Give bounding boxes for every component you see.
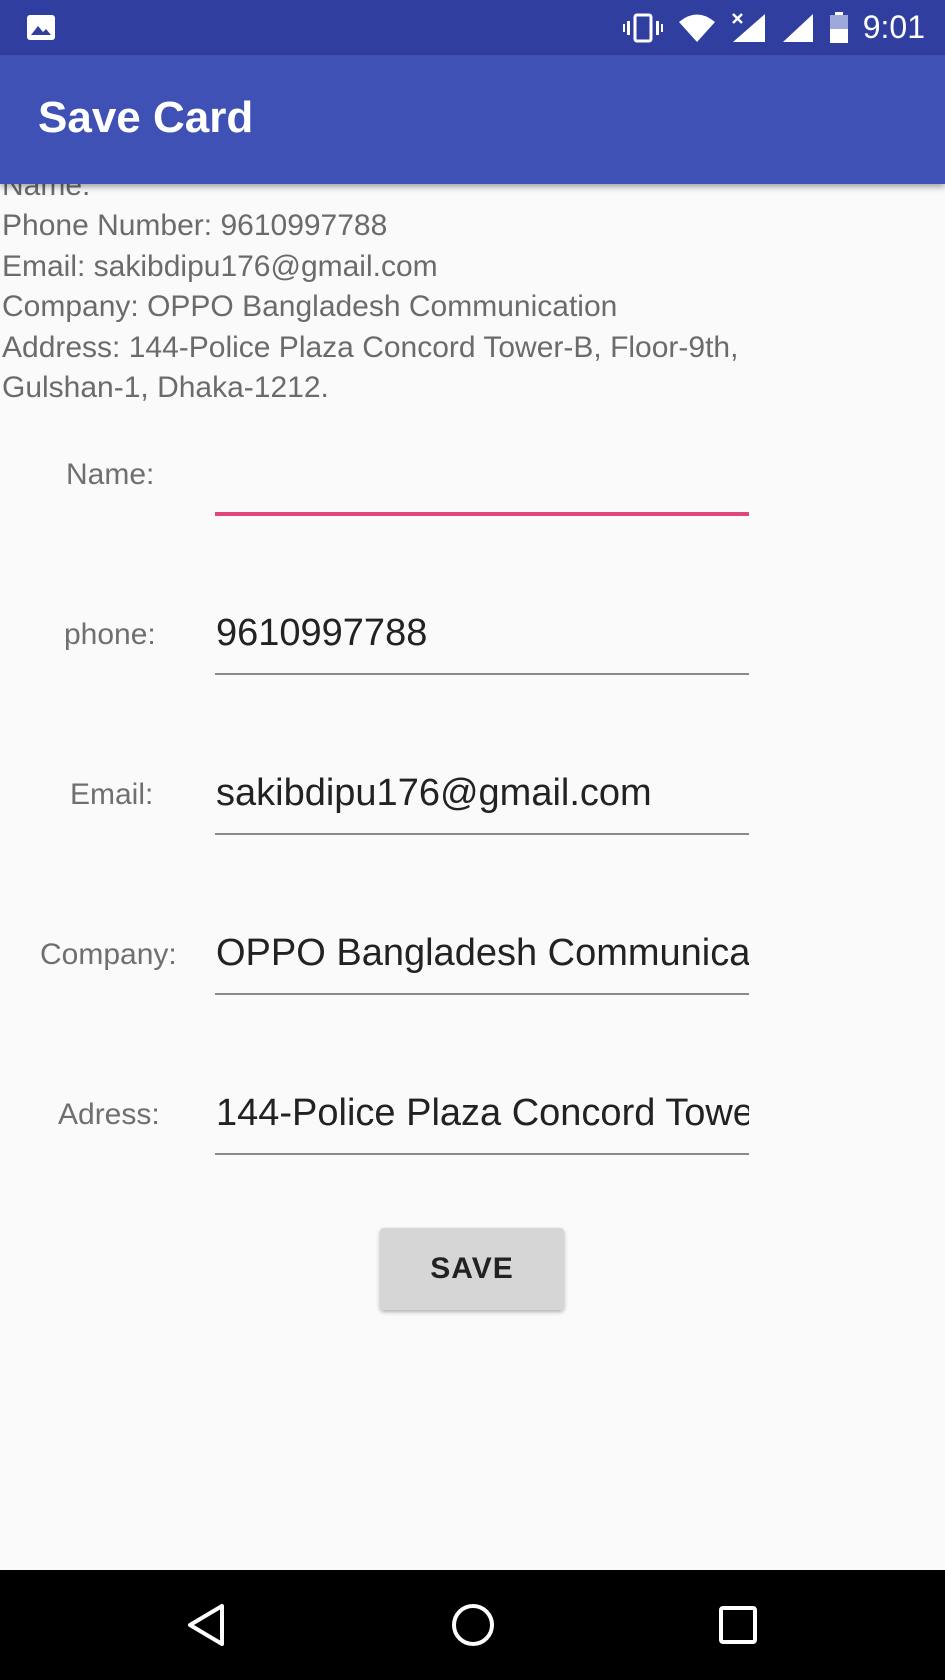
- gallery-icon: [27, 15, 55, 40]
- phone-value: 9610997788: [216, 612, 428, 654]
- address-label: Adress:: [58, 1098, 160, 1131]
- back-button[interactable]: [176, 1595, 236, 1655]
- address-row: Adress: 144-Police Plaza Concord Tower-B…: [0, 1086, 945, 1186]
- vibrate-icon: [622, 13, 663, 42]
- name-row: Name:: [0, 446, 945, 546]
- email-field[interactable]: sakibdipu176@gmail.com: [215, 766, 749, 826]
- page-title: Save Card: [38, 93, 254, 142]
- signal-icon: [782, 13, 813, 42]
- company-value: OPPO Bangladesh Communication: [216, 932, 749, 974]
- signal-x-icon: [731, 12, 765, 42]
- content-area: Name: Phone Number: 9610997788 Email: sa…: [0, 184, 945, 1570]
- summary-line-company: Company: OPPO Bangladesh Communication: [2, 290, 618, 324]
- save-button[interactable]: SAVE: [380, 1228, 564, 1310]
- summary-line-phone: Phone Number: 9610997788: [2, 209, 388, 243]
- home-icon: [452, 1604, 494, 1646]
- navigation-bar: [0, 1570, 945, 1680]
- wifi-icon: [678, 14, 715, 42]
- home-button[interactable]: [443, 1595, 503, 1655]
- phone-label: phone:: [64, 618, 156, 651]
- summary-line-name: Name:: [2, 184, 91, 202]
- phone-row: phone: 9610997788: [0, 606, 945, 706]
- company-field[interactable]: OPPO Bangladesh Communication: [215, 926, 749, 986]
- address-field[interactable]: 144-Police Plaza Concord Tower-B, Floor-…: [215, 1086, 749, 1146]
- name-label: Name:: [66, 458, 155, 491]
- name-underline: [215, 512, 749, 516]
- phone-field[interactable]: 9610997788: [215, 606, 749, 666]
- phone-underline: [215, 673, 749, 675]
- recents-button[interactable]: [708, 1595, 768, 1655]
- recents-icon: [719, 1606, 757, 1644]
- email-underline: [215, 833, 749, 835]
- back-icon: [188, 1604, 224, 1646]
- app-bar: Save Card: [0, 55, 945, 184]
- card-summary: Name: Phone Number: 9610997788 Email: sa…: [2, 184, 902, 408]
- status-time: 9:01: [862, 9, 925, 45]
- address-underline: [215, 1153, 749, 1155]
- summary-line-address-2: Gulshan-1, Dhaka-1212.: [2, 371, 329, 405]
- company-label: Company:: [40, 938, 177, 971]
- address-value: 144-Police Plaza Concord Tower-B, Floor-…: [216, 1092, 749, 1134]
- summary-line-email: Email: sakibdipu176@gmail.com: [2, 249, 438, 283]
- name-field[interactable]: [215, 446, 749, 506]
- email-label: Email:: [70, 778, 154, 811]
- email-row: Email: sakibdipu176@gmail.com: [0, 766, 945, 866]
- summary-line-address-1: Address: 144-Police Plaza Concord Tower-…: [2, 330, 739, 364]
- email-value: sakibdipu176@gmail.com: [216, 772, 652, 814]
- status-bar: 9:01: [0, 0, 945, 55]
- company-underline: [215, 993, 749, 995]
- battery-icon: [829, 11, 848, 43]
- company-row: Company: OPPO Bangladesh Communication: [0, 926, 945, 1026]
